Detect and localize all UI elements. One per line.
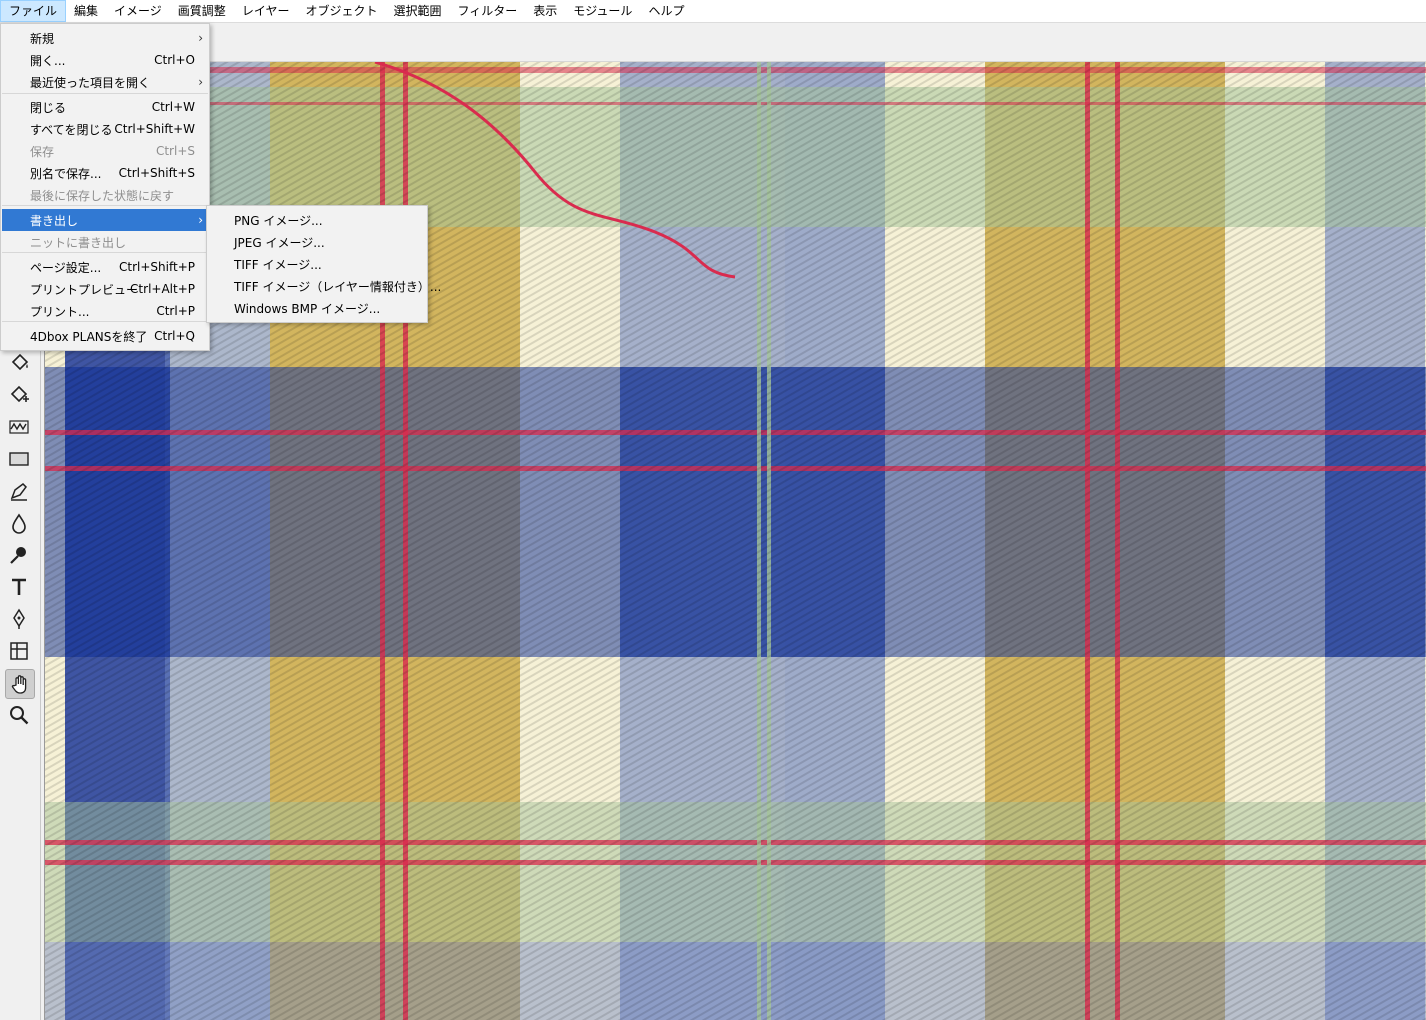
file-menu: 新規 › 開く... Ctrl+O 最近使った項目を開く › 閉じる Ctrl+W すべてを閉じ…	[0, 23, 210, 351]
text-tool[interactable]	[5, 573, 33, 601]
drop-tool[interactable]	[5, 509, 33, 537]
file-menu-item-3[interactable]: 閉じる Ctrl+W	[2, 96, 208, 118]
menu-item-label: すべてを閉じる	[30, 122, 113, 137]
menu-9[interactable]: モジュール	[565, 0, 640, 22]
grid-tool[interactable]	[5, 637, 33, 665]
export-submenu: PNG イメージ... JPEG イメージ... TIFF イメージ... TIFF …	[206, 205, 441, 323]
file-menu-item-6[interactable]: 別名で保存... Ctrl+Shift+S	[2, 162, 208, 184]
export-menu-item-1[interactable]: JPEG イメージ...	[208, 231, 426, 253]
menu-item-label: 4Dbox PLANSを終了	[30, 329, 148, 344]
menu-item-label: TIFF イメージ（レイヤー情報付き）...	[234, 279, 442, 294]
fountain-pen-tool[interactable]	[5, 605, 33, 633]
paint-bucket-icon	[11, 353, 29, 371]
rectangle-icon	[9, 452, 29, 466]
export-menu-item-2[interactable]: TIFF イメージ...	[208, 253, 426, 275]
menu-separator	[2, 93, 208, 94]
menu-8[interactable]: 表示	[525, 0, 565, 22]
file-menu-item-11[interactable]: プリントプレビュー Ctrl+Alt+P	[2, 278, 208, 300]
file-menu-item-5[interactable]: 保存 Ctrl+S	[2, 140, 208, 162]
text-icon	[12, 578, 26, 595]
menu-item-label: ページ設定...	[30, 260, 102, 275]
pen-tool-tool[interactable]	[5, 477, 33, 505]
file-menu-item-13[interactable]: 4Dbox PLANSを終了 Ctrl+Q	[2, 325, 208, 347]
menu-item-label: JPEG イメージ...	[234, 235, 325, 250]
menu-item-label: 新規	[30, 31, 55, 46]
menu-item-label: PNG イメージ...	[234, 213, 323, 228]
menu-1[interactable]: 編集	[66, 0, 106, 22]
menu-5[interactable]: オブジェクト	[297, 0, 385, 22]
menu-item-shortcut: Ctrl+W	[151, 100, 195, 114]
file-menu-item-8[interactable]: 書き出し ›	[2, 209, 208, 231]
menu-item-label: 最近使った項目を開く	[30, 75, 151, 90]
grid-icon	[10, 642, 28, 660]
paint-bucket-plus-icon	[10, 385, 29, 403]
file-menu-item-10[interactable]: ページ設定... Ctrl+Shift+P	[2, 256, 208, 278]
menu-item-label: 最後に保存した状態に戻す	[30, 188, 175, 203]
menu-item-label: ニットに書き出し	[30, 235, 127, 250]
menu-0[interactable]: ファイル	[0, 0, 67, 22]
menu-item-shortcut: Ctrl+O	[154, 53, 195, 67]
toolbar	[0, 23, 1426, 62]
export-menu-item-4[interactable]: Windows BMP イメージ...	[208, 297, 426, 319]
export-menu-item-3[interactable]: TIFF イメージ（レイヤー情報付き）...	[208, 275, 441, 297]
menu-item-label: 閉じる	[30, 100, 67, 115]
chevron-right-icon: ›	[198, 75, 203, 89]
menu-3[interactable]: 画質調整	[170, 0, 234, 22]
menu-item-label: Windows BMP イメージ...	[234, 301, 381, 316]
menu-item-shortcut: Ctrl+P	[156, 304, 195, 318]
zoom-icon	[10, 706, 29, 725]
menu-item-shortcut: Ctrl+Shift+P	[119, 260, 195, 274]
file-menu-item-1[interactable]: 開く... Ctrl+O	[2, 49, 208, 71]
rectangle-tool[interactable]	[5, 445, 33, 473]
eyedropper-tool[interactable]	[5, 541, 33, 569]
paint-bucket-tool[interactable]	[5, 349, 33, 377]
menu-4[interactable]: レイヤー	[234, 0, 298, 22]
menu-item-shortcut: Ctrl+Shift+W	[114, 122, 195, 136]
paint-bucket-plus-tool[interactable]	[5, 381, 33, 409]
menu-bar: ファイル 編集 イメージ 画質調整 レイヤー オブジェクト 選択範囲 フィルター 表示 モジュール…	[0, 0, 1426, 23]
file-menu-item-9[interactable]: ニットに書き出し	[2, 231, 208, 253]
menu-item-label: 書き出し	[30, 213, 79, 228]
menu-item-shortcut: Ctrl+Alt+P	[130, 282, 195, 296]
menu-item-label: TIFF イメージ...	[234, 257, 322, 272]
menu-item-label: 開く...	[30, 53, 66, 68]
file-menu-item-2[interactable]: 最近使った項目を開く ›	[2, 71, 208, 93]
menu-item-label: プリントプレビュー	[30, 282, 139, 297]
chevron-right-icon: ›	[198, 31, 203, 45]
chevron-right-icon: ›	[198, 213, 203, 227]
menu-item-label: 保存	[30, 144, 55, 159]
export-menu-item-0[interactable]: PNG イメージ...	[208, 209, 426, 231]
menu-item-label: 別名で保存...	[30, 166, 102, 181]
drop-icon	[12, 513, 26, 534]
eyedropper-icon	[10, 547, 26, 564]
wave-line-tool[interactable]	[5, 413, 33, 441]
file-menu-item-4[interactable]: すべてを閉じる Ctrl+Shift+W	[2, 118, 208, 140]
file-menu-item-7[interactable]: 最後に保存した状態に戻す	[2, 184, 208, 206]
menu-item-shortcut: Ctrl+Q	[154, 329, 195, 343]
zoom-tool[interactable]	[5, 701, 33, 729]
hand-tool[interactable]	[5, 669, 35, 699]
file-menu-item-12[interactable]: プリント... Ctrl+P	[2, 300, 208, 322]
menu-7[interactable]: フィルター	[449, 0, 525, 22]
menu-item-shortcut: Ctrl+S	[155, 144, 195, 158]
pen-tool-icon	[10, 483, 27, 501]
hand-icon	[11, 675, 27, 694]
fountain-pen-icon	[13, 608, 25, 629]
menu-item-label: プリント...	[30, 304, 90, 319]
menu-2[interactable]: イメージ	[106, 0, 170, 22]
menu-10[interactable]: ヘルプ	[640, 0, 692, 22]
menu-item-shortcut: Ctrl+Shift+S	[118, 166, 195, 180]
wave-line-icon	[9, 420, 29, 434]
file-menu-item-0[interactable]: 新規 ›	[2, 27, 208, 49]
menu-6[interactable]: 選択範囲	[385, 0, 449, 22]
